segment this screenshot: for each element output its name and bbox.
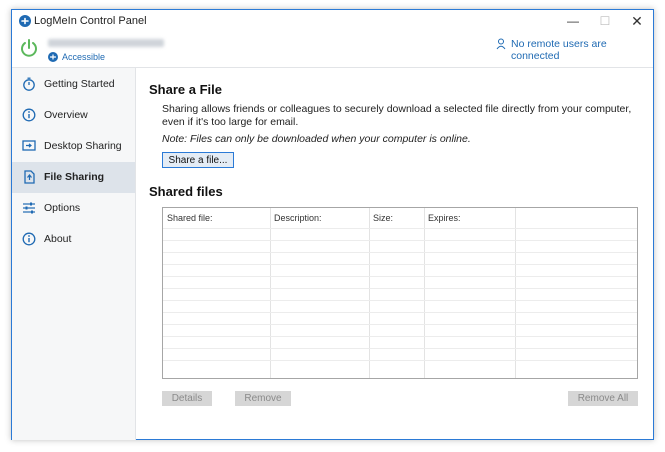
- remove-button[interactable]: Remove: [235, 391, 291, 406]
- sidebar-item-label: Options: [44, 202, 81, 214]
- accessible-status: Accessible: [62, 52, 106, 62]
- sidebar: Getting Started Overview Desktop Sharing…: [12, 67, 136, 440]
- logmein-logo-icon: [19, 15, 31, 27]
- column-header-description[interactable]: Description:: [274, 213, 322, 223]
- table-row-divider: [163, 348, 637, 349]
- sliders-icon: [23, 202, 35, 214]
- stopwatch-icon: [23, 77, 35, 91]
- status-bar: Accessible No remote users are connected: [12, 32, 653, 67]
- share-file-heading: Share a File: [149, 82, 222, 97]
- file-share-icon: [24, 170, 35, 184]
- user-icon: [496, 38, 506, 50]
- sidebar-item-desktop-sharing[interactable]: Desktop Sharing: [12, 131, 135, 162]
- computer-name-redacted: [48, 39, 164, 47]
- sidebar-item-label: About: [44, 233, 72, 245]
- table-row-divider: [163, 288, 637, 289]
- share-file-button[interactable]: Share a file...: [162, 152, 234, 168]
- maximize-button[interactable]: ☐: [590, 10, 620, 32]
- table-row-divider: [163, 360, 637, 361]
- info-icon: [22, 108, 36, 122]
- column-divider: [369, 208, 370, 378]
- shared-files-table[interactable]: Shared file: Description: Size: Expires:: [162, 207, 638, 379]
- sidebar-item-overview[interactable]: Overview: [12, 100, 135, 131]
- app-window: LogMeIn Control Panel — ☐ ✕ Accessible N…: [11, 9, 654, 440]
- accessible-icon: [48, 52, 58, 62]
- details-button[interactable]: Details: [162, 391, 212, 406]
- table-row-divider: [163, 300, 637, 301]
- close-button[interactable]: ✕: [622, 10, 652, 32]
- sidebar-item-getting-started[interactable]: Getting Started: [12, 69, 135, 100]
- power-icon[interactable]: [19, 38, 39, 58]
- sidebar-item-options[interactable]: Options: [12, 193, 135, 224]
- sidebar-item-file-sharing[interactable]: File Sharing: [12, 162, 135, 193]
- sharing-note: Note: Files can only be downloaded when …: [162, 133, 471, 145]
- minimize-button[interactable]: —: [558, 10, 588, 32]
- remove-all-button[interactable]: Remove All: [568, 391, 638, 406]
- sidebar-item-label: File Sharing: [44, 171, 105, 183]
- sidebar-item-label: Overview: [44, 109, 88, 121]
- window-title: LogMeIn Control Panel: [34, 15, 147, 27]
- sharing-description: Sharing allows friends or colleagues to …: [162, 103, 632, 128]
- monitor-share-icon: [22, 140, 36, 151]
- table-row-divider: [163, 228, 637, 229]
- shared-files-heading: Shared files: [149, 184, 223, 199]
- column-header-expires[interactable]: Expires:: [428, 213, 461, 223]
- table-row-divider: [163, 240, 637, 241]
- column-divider: [515, 208, 516, 378]
- column-divider: [270, 208, 271, 378]
- table-row-divider: [163, 252, 637, 253]
- sidebar-item-label: Desktop Sharing: [44, 140, 122, 152]
- table-row-divider: [163, 264, 637, 265]
- title-bar[interactable]: LogMeIn Control Panel — ☐ ✕: [12, 10, 653, 32]
- info-icon: [22, 232, 36, 246]
- table-row-divider: [163, 276, 637, 277]
- column-header-shared-file[interactable]: Shared file:: [167, 213, 213, 223]
- table-row-divider: [163, 312, 637, 313]
- table-row-divider: [163, 336, 637, 337]
- file-sharing-panel: Share a File Sharing allows friends or c…: [136, 67, 653, 440]
- column-divider: [424, 208, 425, 378]
- column-header-size[interactable]: Size:: [373, 213, 393, 223]
- sidebar-item-about[interactable]: About: [12, 224, 135, 255]
- remote-users-status: No remote users are connected: [511, 38, 607, 62]
- sidebar-item-label: Getting Started: [44, 78, 115, 90]
- table-row-divider: [163, 324, 637, 325]
